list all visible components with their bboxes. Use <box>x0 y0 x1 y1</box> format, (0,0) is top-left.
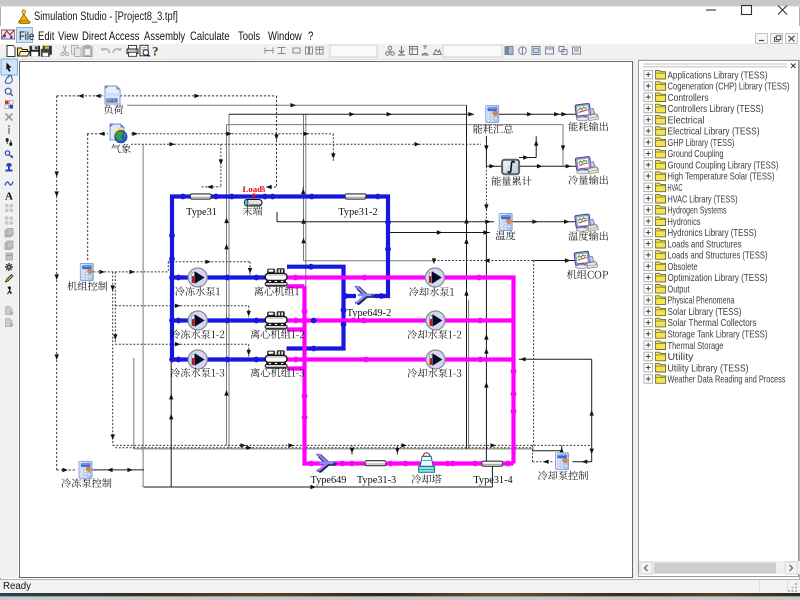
svg-text:Solar Thermal Collectors: Solar Thermal Collectors <box>668 318 757 329</box>
svg-text:Loads and Structures: Loads and Structures <box>668 239 742 250</box>
svg-text:Storage Tank Library (TESS): Storage Tank Library (TESS) <box>668 330 768 341</box>
svg-text:HVAC Library (TESS): HVAC Library (TESS) <box>668 194 738 205</box>
svg-text:Utility: Utility <box>668 352 695 363</box>
svg-text:Type31: Type31 <box>186 207 217 218</box>
svg-text:HVAC: HVAC <box>668 183 683 194</box>
svg-text:Electrical: Electrical <box>668 115 705 126</box>
svg-text:Type31-4: Type31-4 <box>473 475 512 486</box>
svg-text:High Temperature Solar (TESS): High Temperature Solar (TESS) <box>668 172 775 183</box>
svg-text:Solar Library (TESS): Solar Library (TESS) <box>668 307 742 318</box>
svg-text:Hydronics: Hydronics <box>668 217 701 228</box>
svg-text:Controllers: Controllers <box>668 93 709 104</box>
svg-text:Type649: Type649 <box>311 475 347 486</box>
svg-text:Applications Library (TESS): Applications Library (TESS) <box>668 70 768 81</box>
svg-text:Type649-2: Type649-2 <box>347 308 391 319</box>
svg-text:Obsolete: Obsolete <box>668 262 698 273</box>
svg-text:Utility Library (TESS): Utility Library (TESS) <box>668 363 749 374</box>
svg-text:GHP Library (TESS): GHP Library (TESS) <box>668 138 735 149</box>
svg-text:Type31-3: Type31-3 <box>357 475 396 486</box>
svg-text:Physical Phenomena: Physical Phenomena <box>668 296 735 307</box>
svg-text:Electrical Library (TESS): Electrical Library (TESS) <box>668 127 760 138</box>
svg-text:Output: Output <box>668 284 690 295</box>
svg-text:Cogeneration (CHP) Library (TE: Cogeneration (CHP) Library (TESS) <box>668 82 790 93</box>
svg-text:A: A <box>5 191 13 203</box>
svg-text:Loads and Structures (TESS): Loads and Structures (TESS) <box>668 251 768 262</box>
svg-text:Hydronics Library (TESS): Hydronics Library (TESS) <box>668 228 757 239</box>
svg-text:Ground Coupling: Ground Coupling <box>668 149 724 160</box>
svg-text:?: ? <box>152 44 159 59</box>
svg-text:Weather Data Reading and Proce: Weather Data Reading and Process <box>668 375 786 386</box>
svg-text:Hydrogen Systems: Hydrogen Systems <box>668 206 727 217</box>
svg-text:Ground Coupling Library (TESS): Ground Coupling Library (TESS) <box>668 161 779 172</box>
svg-text:Loads: Loads <box>243 184 267 194</box>
svg-text:Controllers Library (TESS): Controllers Library (TESS) <box>668 104 764 115</box>
svg-text:Thermal Storage: Thermal Storage <box>668 341 724 352</box>
svg-text:Optimization Library (TESS): Optimization Library (TESS) <box>668 273 768 284</box>
svg-text:Type31-2: Type31-2 <box>338 207 377 218</box>
